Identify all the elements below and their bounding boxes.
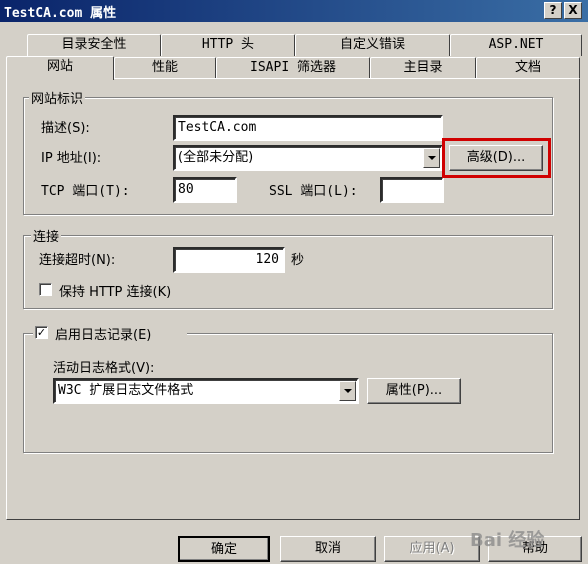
timeout-label: 连接超时(N): — [39, 253, 116, 268]
help-title-button[interactable]: ? — [544, 2, 562, 19]
ip-address-label: IP 地址(I): — [41, 151, 102, 166]
tab-home-directory[interactable]: 主目录 — [370, 57, 476, 79]
connection-legend: 连接 — [31, 226, 62, 245]
tcp-port-input[interactable]: 80 — [173, 177, 237, 203]
enable-logging-label: 启用日志记录(E) — [55, 328, 152, 343]
ip-address-select[interactable]: (全部未分配) — [173, 145, 443, 171]
watermark: Bai 经验 — [470, 530, 545, 551]
logging-legend: ✓ 启用日志记录(E) — [33, 324, 187, 343]
enable-logging-checkbox[interactable]: ✓ — [35, 326, 48, 339]
tab-custom-errors[interactable]: 自定义错误 — [295, 34, 450, 56]
window-title: TestCA.com 属性 — [4, 6, 117, 21]
log-properties-button[interactable]: 属性(P)... — [367, 378, 461, 404]
tab-aspnet[interactable]: ASP.NET — [450, 34, 582, 56]
highlight-box — [442, 138, 551, 178]
title-bar: TestCA.com 属性 ? X — [0, 0, 588, 22]
apply-button[interactable]: 应用(A) — [384, 536, 480, 562]
tab-website[interactable]: 网站 — [6, 56, 114, 80]
timeout-input[interactable]: 120 — [173, 247, 285, 273]
ok-button[interactable]: 确定 — [178, 536, 270, 562]
tab-http-headers[interactable]: HTTP 头 — [161, 34, 295, 56]
ssl-port-input[interactable] — [380, 177, 444, 203]
tab-directory-security[interactable]: 目录安全性 — [27, 34, 161, 56]
close-title-button[interactable]: X — [564, 2, 582, 19]
description-label: 描述(S): — [41, 121, 90, 136]
log-format-label: 活动日志格式(V): — [53, 361, 155, 376]
log-format-select[interactable]: W3C 扩展日志文件格式 — [53, 378, 359, 404]
description-input[interactable]: TestCA.com — [173, 115, 443, 141]
cancel-button[interactable]: 取消 — [280, 536, 376, 562]
tab-performance[interactable]: 性能 — [114, 57, 216, 79]
tab-isapi-filters[interactable]: ISAPI 筛选器 — [216, 57, 370, 79]
tcp-port-label: TCP 端口(T): — [41, 184, 130, 199]
tab-panel-website: 网站标识 描述(S): TestCA.com IP 地址(I): (全部未分配)… — [6, 78, 580, 520]
ip-address-value: (全部未分配) — [178, 150, 254, 165]
tab-documents[interactable]: 文档 — [476, 57, 580, 79]
chevron-down-icon[interactable] — [423, 148, 440, 168]
log-format-value: W3C 扩展日志文件格式 — [58, 383, 194, 398]
timeout-unit: 秒 — [291, 253, 305, 268]
keepalive-checkbox[interactable] — [39, 283, 52, 296]
chevron-down-icon[interactable] — [339, 381, 356, 401]
website-id-legend: 网站标识 — [29, 88, 86, 107]
keepalive-label: 保持 HTTP 连接(K) — [59, 285, 172, 300]
ssl-port-label: SSL 端口(L): — [269, 184, 358, 199]
